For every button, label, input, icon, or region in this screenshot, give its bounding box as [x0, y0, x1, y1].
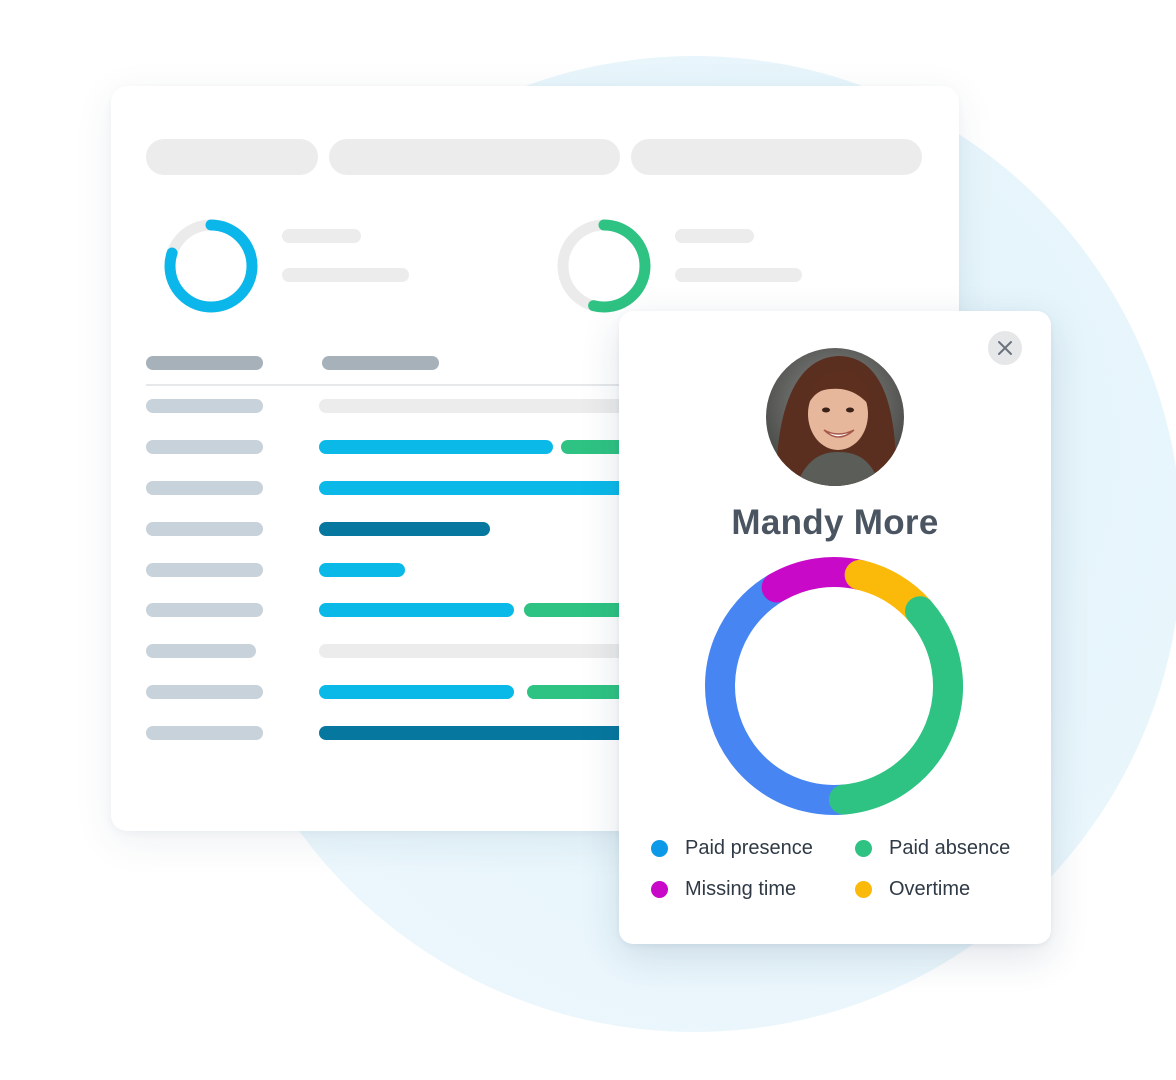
tab-placeholder-2[interactable] — [329, 139, 620, 175]
overtime-bar — [319, 726, 631, 740]
summary-2-value-placeholder — [675, 268, 802, 282]
summary-1-title-placeholder — [282, 229, 361, 243]
avatar — [766, 348, 904, 486]
avatar-photo — [766, 348, 904, 486]
page: Mandy More Paid presence Paid absence Mi… — [0, 0, 1176, 1080]
row-label-placeholder — [146, 685, 263, 699]
overtime-dot — [855, 881, 872, 898]
row-label-placeholder — [146, 440, 263, 454]
legend-label-overtime: Overtime — [889, 878, 971, 900]
presence-bar — [319, 603, 514, 617]
row-label-placeholder — [146, 644, 256, 658]
legend-label-paid-absence: Paid absence — [889, 837, 1011, 859]
column-header-time — [322, 356, 439, 370]
legend-label-paid-presence: Paid presence — [685, 837, 813, 859]
summary-ring-2 — [557, 219, 651, 313]
summary-1-value-placeholder — [282, 268, 409, 282]
summary-ring-1 — [164, 219, 258, 313]
employee-profile-card: Mandy More Paid presence Paid absence Mi… — [619, 311, 1051, 944]
close-button[interactable] — [988, 331, 1022, 365]
absence-bar — [527, 685, 631, 699]
donut-segment-paid-absence — [828, 596, 963, 815]
row-label-placeholder — [146, 563, 263, 577]
overtime-bar — [319, 522, 490, 536]
row-label-placeholder — [146, 481, 263, 495]
row-label-placeholder — [146, 399, 263, 413]
column-header-name — [146, 356, 263, 370]
tab-placeholder-3[interactable] — [631, 139, 922, 175]
presence-bar — [319, 440, 553, 454]
row-label-placeholder — [146, 603, 263, 617]
tab-placeholder-1[interactable] — [146, 139, 318, 175]
paid-absence-dot — [855, 840, 872, 857]
donut-segment-paid-presence — [705, 572, 859, 815]
summary-2-title-placeholder — [675, 229, 754, 243]
missing-time-dot — [651, 881, 668, 898]
row-empty-bar — [319, 644, 631, 658]
legend-item-overtime: Overtime — [855, 878, 970, 901]
legend-item-paid-absence: Paid absence — [855, 837, 1010, 860]
presence-bar — [319, 481, 631, 495]
presence-bar — [319, 563, 405, 577]
legend-item-missing-time: Missing time — [651, 878, 796, 901]
legend-label-missing-time: Missing time — [685, 878, 797, 900]
legend-item-paid-presence: Paid presence — [651, 837, 813, 860]
row-empty-bar — [319, 399, 629, 413]
header-divider — [146, 384, 626, 386]
chart-legend: Paid presence Paid absence Missing time … — [651, 837, 1031, 917]
presence-bar — [319, 685, 514, 699]
time-breakdown-donut — [705, 557, 963, 815]
row-label-placeholder — [146, 522, 263, 536]
absence-bar — [524, 603, 631, 617]
paid-presence-dot — [651, 840, 668, 857]
close-icon — [998, 341, 1012, 355]
row-label-placeholder — [146, 726, 263, 740]
employee-name: Mandy More — [731, 503, 939, 542]
